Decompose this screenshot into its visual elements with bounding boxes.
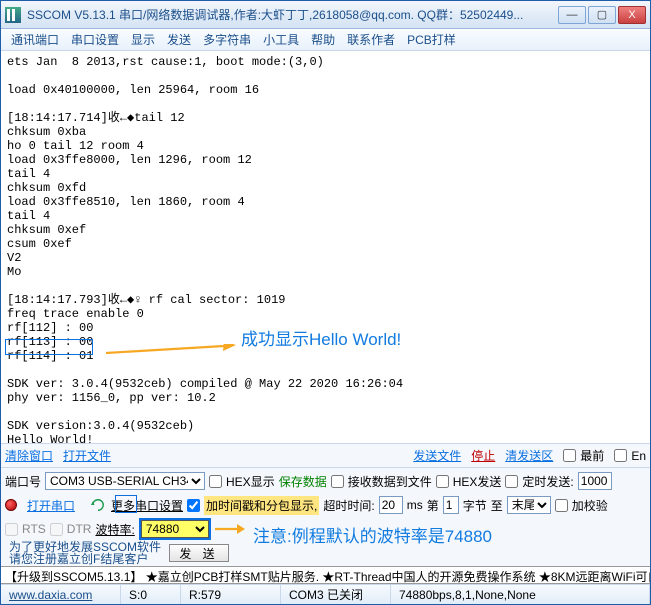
port-select[interactable]: COM3 USB-SERIAL CH340	[45, 472, 205, 490]
titlebar: SSCOM V5.13.1 串口/网络数据调试器,作者:大虾丁丁,2618058…	[1, 1, 650, 29]
close-button[interactable]: X	[618, 6, 646, 24]
status-website[interactable]: www.daxia.com	[9, 588, 92, 602]
recv-to-file-label: 接收数据到文件	[348, 473, 432, 490]
menu-multistring[interactable]: 多字符串	[197, 31, 257, 48]
annotation-hello: 成功显示Hello World!	[241, 333, 401, 347]
menu-tools[interactable]: 小工具	[257, 31, 305, 48]
refresh-icon[interactable]	[89, 498, 107, 512]
status-sent: S:0	[121, 585, 181, 604]
port-label: 端口号	[5, 473, 41, 490]
hex-show-checkbox[interactable]	[209, 475, 222, 488]
status-config: 74880bps,8,1,None,None	[391, 585, 650, 604]
app-icon	[5, 7, 21, 23]
console-text: ets Jan 8 2013,rst cause:1, boot mode:(3…	[7, 55, 403, 443]
recv-to-file-checkbox[interactable]	[331, 475, 344, 488]
timed-send-checkbox[interactable]	[505, 475, 518, 488]
arrow-icon	[106, 344, 236, 362]
save-data-button[interactable]: 保存数据	[279, 473, 327, 490]
ms-label: ms	[407, 498, 423, 512]
window-title: SSCOM V5.13.1 串口/网络数据调试器,作者:大虾丁丁,2618058…	[27, 6, 558, 23]
clear-send-area-button[interactable]: 清发送区	[505, 447, 553, 464]
hex-send-checkbox[interactable]	[436, 475, 449, 488]
topmost-label: 最前	[580, 447, 604, 464]
menu-comm-port[interactable]: 通讯端口	[5, 31, 65, 48]
nth-label2: 字节	[463, 497, 487, 514]
clear-window-button[interactable]: 清除窗口	[5, 447, 53, 464]
menu-send[interactable]: 发送	[161, 31, 197, 48]
timeout-input[interactable]	[379, 496, 403, 514]
to-label: 至	[491, 497, 503, 514]
status-bar: www.daxia.com S:0 R:579 COM3 已关闭 74880bp…	[1, 584, 650, 604]
footer-text-2: 请您注册嘉立创F结尾客户	[5, 553, 165, 565]
stop-button[interactable]: 停止	[471, 447, 495, 464]
english-checkbox[interactable]	[614, 449, 627, 462]
rts-checkbox	[5, 523, 18, 536]
settings-panel: 端口号 COM3 USB-SERIAL CH340 HEX显示 保存数据 接收数…	[1, 467, 650, 566]
menu-serial-cfg[interactable]: 串口设置	[65, 31, 125, 48]
menu-display[interactable]: 显示	[125, 31, 161, 48]
minimize-button[interactable]: —	[558, 6, 586, 24]
menu-help[interactable]: 帮助	[305, 31, 341, 48]
english-label: En	[631, 449, 646, 463]
timed-send-label: 定时发送:	[522, 473, 573, 490]
timestamp-checkbox[interactable]	[187, 499, 200, 512]
highlight-refresh	[115, 495, 137, 513]
nth-label1: 第	[427, 497, 439, 514]
status-recv: R:579	[181, 585, 281, 604]
menu-pcb[interactable]: PCB打样	[401, 31, 462, 48]
timestamp-label: 加时间戳和分包显示,	[204, 496, 319, 515]
timeout-label: 超时时间:	[323, 497, 374, 514]
timed-send-value[interactable]	[578, 472, 612, 490]
nth-input[interactable]	[443, 496, 459, 514]
mid-toolbar: 清除窗口 打开文件 发送文件 停止 清发送区 最前 En	[1, 443, 650, 467]
end-select[interactable]: 末尾	[507, 496, 551, 514]
menu-contact[interactable]: 联系作者	[341, 31, 401, 48]
dtr-checkbox	[50, 523, 63, 536]
status-port: COM3 已关闭	[281, 585, 391, 604]
port-status-icon	[5, 499, 17, 511]
highlight-hello-world	[5, 339, 93, 355]
open-file-button[interactable]: 打开文件	[63, 447, 111, 464]
baud-label: 波特率:	[95, 521, 134, 538]
checksum-label: 加校验	[572, 497, 608, 514]
app-window: SSCOM V5.13.1 串口/网络数据调试器,作者:大虾丁丁,2618058…	[0, 0, 651, 605]
checksum-checkbox[interactable]	[555, 499, 568, 512]
arrow-icon	[215, 519, 245, 539]
hex-show-label: HEX显示	[226, 473, 275, 490]
send-button[interactable]: 发 送	[169, 544, 229, 562]
open-port-button[interactable]: 打开串口	[21, 496, 81, 515]
highlight-baud: 74880	[139, 518, 211, 540]
menubar: 通讯端口 串口设置 显示 发送 多字符串 小工具 帮助 联系作者 PCB打样	[1, 29, 650, 51]
annotation-baud: 注意:例程默认的波特率是74880	[253, 522, 492, 547]
promo-bar: 【升级到SSCOM5.13.1】 ★嘉立创PCB打样SMT贴片服务. ★RT-T…	[1, 566, 650, 584]
dtr-label: DTR	[67, 522, 92, 536]
topmost-checkbox[interactable]	[563, 449, 576, 462]
baud-select[interactable]: 74880	[141, 520, 209, 538]
console-output: ets Jan 8 2013,rst cause:1, boot mode:(3…	[1, 51, 650, 443]
maximize-button[interactable]: ▢	[588, 6, 616, 24]
hex-send-label: HEX发送	[453, 473, 502, 490]
rts-label: RTS	[22, 522, 46, 536]
send-file-button[interactable]: 发送文件	[413, 447, 461, 464]
